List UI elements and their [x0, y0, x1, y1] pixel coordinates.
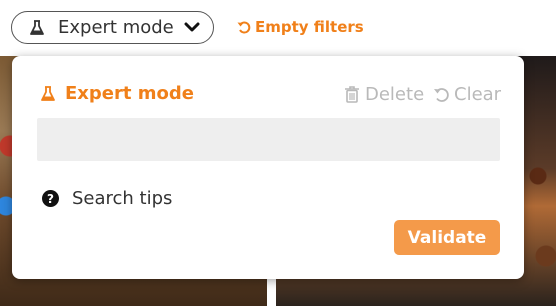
undo-icon	[237, 21, 251, 34]
expert-mode-panel: Expert mode Delete Clear ? Search tips V…	[12, 56, 524, 279]
search-tips-link[interactable]: ? Search tips	[42, 188, 172, 209]
clear-label: Clear	[454, 84, 502, 105]
flask-icon	[30, 19, 44, 35]
chevron-down-icon	[184, 22, 200, 32]
empty-filters-label: Empty filters	[255, 18, 364, 36]
flask-icon	[41, 85, 55, 101]
delete-button[interactable]: Delete	[344, 84, 424, 105]
question-circle-icon: ?	[42, 190, 59, 207]
validate-button[interactable]: Validate	[394, 220, 500, 255]
panel-title: Expert mode	[41, 83, 194, 104]
clear-button[interactable]: Clear	[433, 84, 501, 105]
mode-dropdown-label: Expert mode	[58, 17, 174, 38]
trash-icon	[345, 86, 359, 103]
mode-dropdown-button[interactable]: Expert mode	[11, 11, 214, 44]
empty-filters-button[interactable]: Empty filters	[237, 15, 364, 39]
expert-query-input[interactable]	[37, 118, 500, 161]
panel-title-label: Expert mode	[65, 83, 194, 104]
search-tips-label: Search tips	[72, 188, 173, 209]
undo-icon	[434, 88, 449, 102]
delete-label: Delete	[365, 84, 425, 105]
